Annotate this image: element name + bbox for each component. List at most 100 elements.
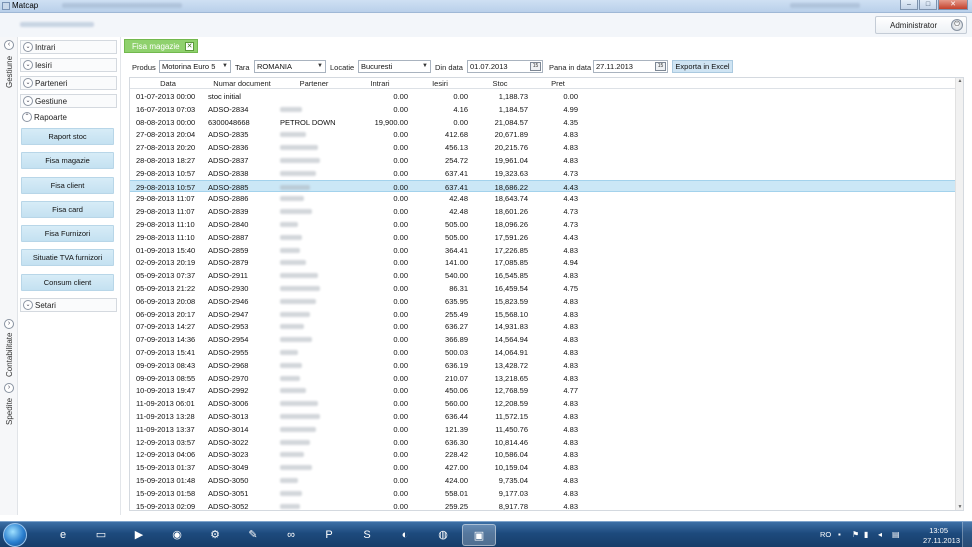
sidebar-item-iesiri[interactable]: ⌄ Iesiri [20, 58, 117, 72]
chevron-right-icon[interactable]: › [4, 383, 14, 393]
table-row[interactable]: 07-09-2013 15:41 ADSO-2955 0.00 500.03 14,06… [130, 346, 956, 359]
table-row[interactable]: 15-09-2013 01:48 ADSO-3050 0.00 424.00 9,735… [130, 474, 956, 487]
table-row[interactable]: 01-07-2013 00:00 stoc initial 0.00 0.00 1,18… [130, 90, 956, 103]
report-raport-stoc[interactable]: Raport stoc [21, 128, 114, 145]
table-row[interactable]: 07-09-2013 14:27 ADSO-2953 0.00 636.27 14,93… [130, 320, 956, 333]
col-partener[interactable]: Partener [278, 79, 350, 88]
chevron-down-icon: ⌄ [23, 96, 33, 106]
table-row[interactable]: 11-09-2013 06:01 ADSO-3006 0.00 560.00 12,20… [130, 397, 956, 410]
col-iesiri[interactable]: Iesiri [410, 79, 470, 88]
report-fisa-furnizori[interactable]: Fisa Furnizori [21, 225, 114, 242]
chevron-right-icon[interactable]: › [4, 319, 14, 329]
sidebar-item-intrari[interactable]: ⌄ Intrari [20, 40, 117, 54]
country-select[interactable]: ROMANIA ▼ [254, 60, 326, 73]
table-row[interactable]: 15-09-2013 02:09 ADSO-3052 0.00 259.25 8,917… [130, 500, 956, 510]
vtab-spedite[interactable]: › Spedite [2, 383, 16, 428]
table-row[interactable]: 02-09-2013 20:19 ADSO-2879 0.00 141.00 17,08… [130, 256, 956, 269]
table-row[interactable]: 09-09-2013 08:43 ADSO-2968 0.00 636.19 13,42… [130, 359, 956, 372]
calendar-icon[interactable]: 15 [655, 62, 666, 71]
signal-icon[interactable]: ▮ [864, 530, 868, 539]
sidebar-item-rapoarte[interactable]: ⌃ Rapoarte [20, 111, 117, 125]
close-button[interactable]: ✕ [938, 0, 968, 10]
calendar-icon[interactable]: 15 [530, 62, 541, 71]
network-tray-icon[interactable]: ▤ [892, 530, 900, 539]
report-consum-client[interactable]: Consum client [21, 274, 114, 291]
table-row[interactable]: 10-09-2013 19:47 ADSO-2992 0.00 450.06 12,76… [130, 384, 956, 397]
scroll-down-icon[interactable]: ▼ [956, 504, 963, 510]
vertical-scrollbar[interactable]: ▲ ▼ [955, 78, 963, 510]
language-indicator[interactable]: RO [820, 530, 831, 539]
vtab-contabilitate[interactable]: › Contabilitate [2, 319, 16, 379]
clock-time[interactable]: 13:05 [929, 526, 948, 535]
internet-explorer-icon[interactable]: e [46, 524, 80, 546]
clock-date[interactable]: 27.11.2013 [923, 536, 960, 545]
vtab-gestiune[interactable]: ‹ Gestiune [2, 40, 16, 90]
skype-icon[interactable]: S [350, 524, 384, 546]
network-icon[interactable]: ⚙ [198, 524, 232, 546]
report-fisa-client[interactable]: Fisa client [21, 177, 114, 194]
scroll-up-icon[interactable]: ▲ [956, 78, 963, 86]
table-row[interactable]: 29-08-2013 11:07 ADSO-2839 0.00 42.48 18,601… [130, 205, 956, 218]
table-row[interactable]: 09-09-2013 08:55 ADSO-2970 0.00 210.07 13,21… [130, 372, 956, 385]
table-row[interactable]: 28-08-2013 18:27 ADSO-2837 0.00 254.72 19,96… [130, 154, 956, 167]
sidebar-item-parteneri[interactable]: ⌄ Parteneri [20, 76, 117, 90]
product-select[interactable]: Motorina Euro 5 ▼ [159, 60, 231, 73]
table-row[interactable]: 15-09-2013 01:37 ADSO-3049 0.00 427.00 10,15… [130, 461, 956, 474]
powerpoint-icon[interactable]: P [312, 524, 346, 546]
show-desktop-button[interactable] [962, 522, 972, 547]
table-row[interactable]: 29-08-2013 11:10 ADSO-2840 0.00 505.00 18,09… [130, 218, 956, 231]
table-row[interactable]: 05-09-2013 07:37 ADSO-2911 0.00 540.00 16,54… [130, 269, 956, 282]
col-data[interactable]: Data [130, 79, 206, 88]
chevron-left-icon[interactable]: ‹ [4, 40, 14, 50]
minimize-button[interactable]: – [900, 0, 918, 10]
matcap-window-icon[interactable]: ▣ [462, 524, 496, 546]
col-pret[interactable]: Pret [530, 79, 586, 88]
chrome-icon[interactable]: ◉ [160, 524, 194, 546]
tools-icon[interactable]: ✎ [236, 524, 270, 546]
flag-icon[interactable]: ⚑ [852, 530, 859, 539]
report-fisa-magazie[interactable]: Fisa magazie [21, 152, 114, 169]
table-row[interactable]: 01-09-2013 15:40 ADSO-2859 0.00 364.41 17,22… [130, 244, 956, 257]
keyboard-icon[interactable]: ▪ [838, 530, 841, 539]
maximize-button[interactable]: □ [919, 0, 937, 10]
start-button[interactable] [3, 523, 27, 547]
table-row[interactable]: 29-08-2013 10:57 ADSO-2885 0.00 637.41 18,68… [130, 179, 956, 193]
table-row[interactable]: 27-08-2013 20:04 ADSO-2835 0.00 412.68 20,67… [130, 128, 956, 141]
visual-studio-icon[interactable]: ∞ [274, 524, 308, 546]
table-row[interactable]: 06-09-2013 20:08 ADSO-2946 0.00 635.95 15,82… [130, 295, 956, 308]
sidebar-item-setari[interactable]: ⌄ Setari [20, 298, 117, 312]
media-player-icon[interactable]: ▶ [122, 524, 156, 546]
app-icon[interactable]: ◍ [426, 524, 460, 546]
table-row[interactable]: 16-07-2013 07:03 ADSO-2834 0.00 4.16 1,184.5… [130, 103, 956, 116]
table-row[interactable]: 08-08-2013 00:00 6300048668 PETROL DOWN 19,… [130, 116, 956, 129]
table-row[interactable]: 27-08-2013 20:20 ADSO-2836 0.00 456.13 20,21… [130, 141, 956, 154]
table-row[interactable]: 11-09-2013 13:37 ADSO-3014 0.00 121.39 11,45… [130, 423, 956, 436]
report-situatie-tva[interactable]: Situatie TVA furnizori [21, 249, 114, 266]
power-icon[interactable]: ⏻ [951, 19, 963, 31]
close-tab-icon[interactable]: ✕ [185, 42, 194, 51]
location-select[interactable]: Bucuresti ▼ [358, 60, 431, 73]
table-row[interactable]: 12-09-2013 04:06 ADSO-3023 0.00 228.42 10,58… [130, 448, 956, 461]
table-row[interactable]: 15-09-2013 01:58 ADSO-3051 0.00 558.01 9,177… [130, 487, 956, 500]
table-row[interactable]: 29-08-2013 11:07 ADSO-2886 0.00 42.48 18,643… [130, 192, 956, 205]
col-stoc[interactable]: Stoc [470, 79, 530, 88]
from-date-input[interactable]: 01.07.2013 15 [467, 60, 543, 73]
firefox-icon[interactable]: ◐ [388, 524, 422, 546]
col-numar-document[interactable]: Numar document [206, 79, 278, 88]
sidebar-item-gestiune[interactable]: ⌄ Gestiune [20, 94, 117, 108]
col-intrari[interactable]: Intrari [350, 79, 410, 88]
report-fisa-card[interactable]: Fisa card [21, 201, 114, 218]
table-row[interactable]: 07-09-2013 14:36 ADSO-2954 0.00 366.89 14,56… [130, 333, 956, 346]
table-row[interactable]: 05-09-2013 21:22 ADSO-2930 0.00 86.31 16,459… [130, 282, 956, 295]
table-row[interactable]: 12-09-2013 03:57 ADSO-3022 0.00 636.30 10,81… [130, 436, 956, 449]
folder-icon[interactable]: ▭ [84, 524, 118, 546]
export-excel-button[interactable]: Exporta in Excel [672, 60, 733, 73]
tab-fisa-magazie[interactable]: Fisa magazie ✕ [124, 39, 198, 53]
table-row[interactable]: 11-09-2013 13:28 ADSO-3013 0.00 636.44 11,57… [130, 410, 956, 423]
table-row[interactable]: 06-09-2013 20:17 ADSO-2947 0.00 255.49 15,56… [130, 308, 956, 321]
table-row[interactable]: 29-08-2013 11:10 ADSO-2887 0.00 505.00 17,59… [130, 231, 956, 244]
to-date-input[interactable]: 27.11.2013 15 [593, 60, 668, 73]
table-row[interactable]: 29-08-2013 10:57 ADSO-2838 0.00 637.41 19,32… [130, 167, 956, 180]
user-menu-button[interactable]: Administrator ⏻ [875, 16, 967, 34]
volume-icon[interactable]: ◂ [878, 530, 882, 539]
